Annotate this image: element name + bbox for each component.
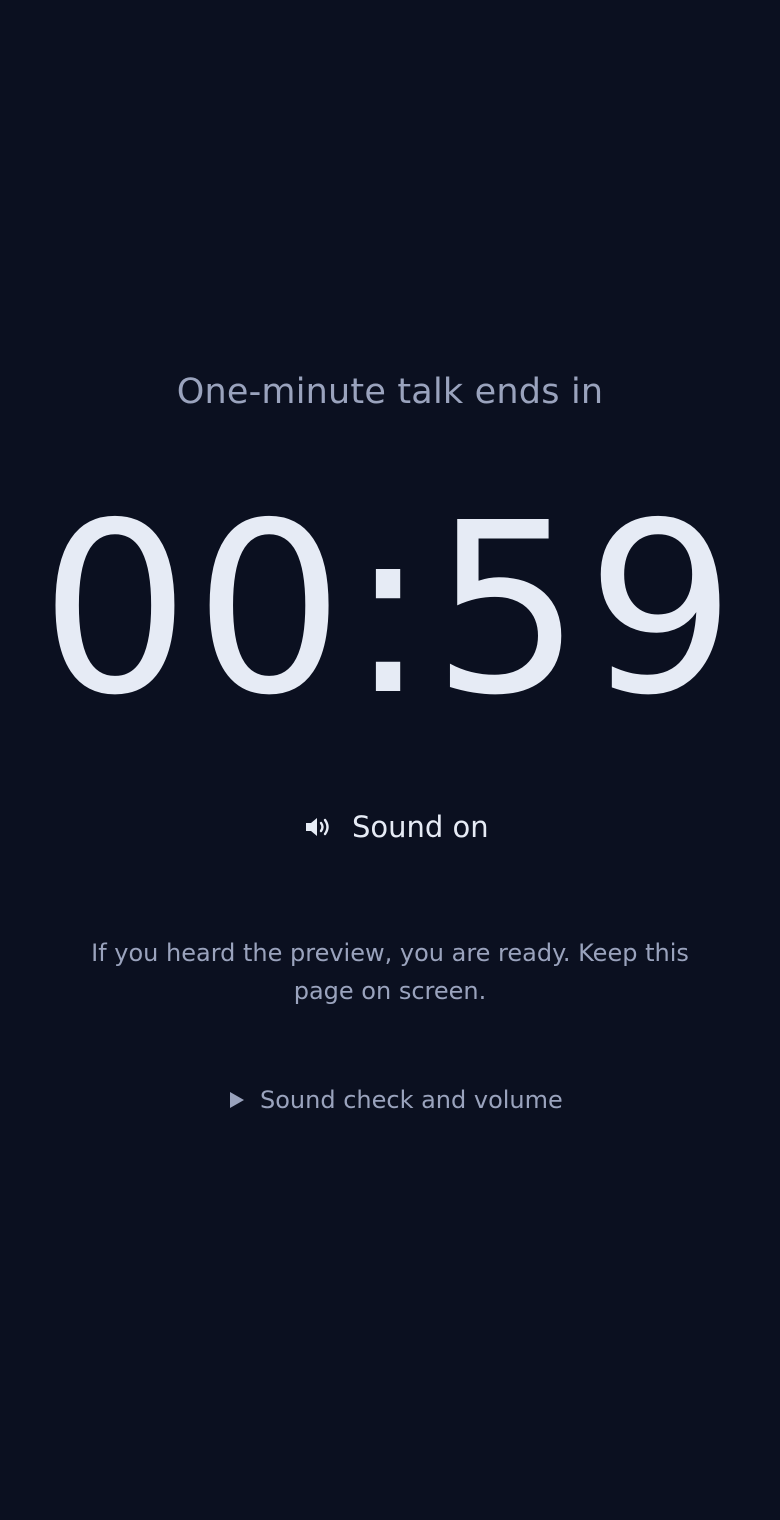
timer-heading: One-minute talk ends in bbox=[176, 372, 604, 412]
sound-check-disclosure[interactable]: Sound check and volume bbox=[228, 1080, 563, 1120]
disclosure-triangle-icon bbox=[230, 1092, 244, 1108]
timer-screen: One-minute talk ends in 00:59 Sound on I… bbox=[0, 0, 780, 1520]
countdown-display: 00:59 bbox=[39, 472, 741, 747]
sound-toggle-label: Sound on bbox=[352, 810, 489, 844]
sound-toggle-button[interactable]: Sound on bbox=[295, 804, 495, 850]
ready-message: If you heard the preview, you are ready.… bbox=[91, 939, 689, 1005]
speaker-icon bbox=[306, 818, 329, 836]
sound-check-label: Sound check and volume bbox=[260, 1086, 563, 1114]
